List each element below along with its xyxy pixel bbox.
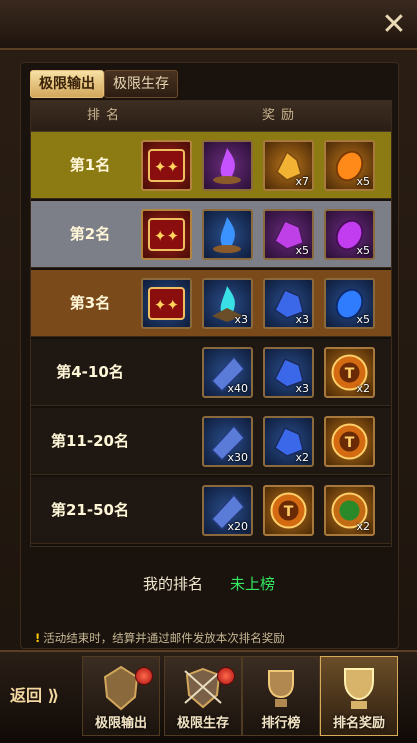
- item-count: x7: [295, 175, 309, 188]
- title-badge-icon: ✦✦: [148, 149, 185, 182]
- svg-text:T: T: [345, 366, 355, 382]
- rank-label: 第21-50名: [51, 501, 129, 519]
- reward-item[interactable]: x30: [202, 416, 253, 467]
- reward-item[interactable]: x5: [324, 209, 375, 260]
- reward-item[interactable]: ✦✦: [141, 278, 192, 329]
- nav-label: 极限生存: [176, 716, 229, 731]
- table-row: 第2名 ✦✦ x5 x5: [31, 201, 391, 268]
- svg-text:✦✦: ✦✦: [154, 227, 179, 245]
- rank-label: 第11-20名: [51, 432, 129, 450]
- nav-rank-reward[interactable]: 排名奖励: [320, 656, 398, 736]
- tab-extreme-survival[interactable]: 极限生存: [104, 70, 178, 98]
- back-label: 返回: [10, 686, 43, 705]
- reward-item[interactable]: x3: [263, 347, 314, 398]
- svg-text:T: T: [284, 504, 294, 520]
- svg-text:✦✦: ✦✦: [154, 296, 179, 314]
- purple-flame-icon: [213, 148, 241, 184]
- nav-leaderboard[interactable]: 排行榜: [242, 656, 320, 736]
- item-count: x5: [295, 244, 309, 257]
- table-row: 第1名 ✦✦ x7 x5: [31, 132, 391, 199]
- item-count: x20: [227, 520, 248, 533]
- item-count: x2: [295, 451, 309, 464]
- reward-item[interactable]: x40: [202, 347, 253, 398]
- item-count: x3: [295, 313, 309, 326]
- reward-item[interactable]: T: [324, 416, 375, 467]
- rank-label: 第3名: [69, 294, 111, 312]
- reward-trophy-icon: [344, 668, 374, 709]
- reward-item[interactable]: x20: [202, 485, 253, 536]
- item-count: x5: [356, 244, 370, 257]
- rune-token-icon: T: [270, 492, 307, 529]
- item-count: x2: [356, 520, 370, 533]
- notice-text: ! 活动结束时，结算并通过邮件发放本次排名奖励: [35, 630, 395, 646]
- my-rank-label: 我的排名: [143, 575, 204, 593]
- reward-item[interactable]: x5: [263, 209, 314, 260]
- reward-items: x30 x2 T: [141, 416, 391, 468]
- blue-flame-icon: [213, 217, 241, 253]
- close-icon[interactable]: ✕: [379, 10, 409, 40]
- table-header: 排名 奖励: [31, 101, 391, 132]
- reward-items: ✦✦ x5 x5: [141, 209, 391, 261]
- item-count: x40: [227, 382, 248, 395]
- red-dot-icon: [217, 667, 235, 685]
- header-rank: 排名: [86, 108, 125, 123]
- table-row: 第3名 ✦✦ x3 x3 x5: [31, 270, 391, 337]
- reward-item[interactable]: x2: [263, 416, 314, 467]
- reward-item[interactable]: Tx2: [324, 347, 375, 398]
- table-row: 第11-20名 x30 x2 T: [31, 408, 391, 475]
- title-badge-icon: ✦✦: [148, 218, 185, 251]
- back-arrow-icon: ⟫: [42, 686, 60, 705]
- item-count: x2: [356, 382, 370, 395]
- reward-item[interactable]: x7: [263, 140, 314, 191]
- svg-text:✦✦: ✦✦: [154, 158, 179, 176]
- my-rank-value: 未上榜: [230, 575, 276, 593]
- my-rank-area: 我的排名 未上榜: [30, 555, 390, 615]
- reward-item[interactable]: ✦✦: [141, 209, 192, 260]
- nav-extreme-output[interactable]: 极限输出: [82, 656, 160, 736]
- rank-label: 第2名: [69, 225, 111, 243]
- item-count: x5: [356, 313, 370, 326]
- title-badge-icon: ✦✦: [148, 287, 185, 320]
- rank-label: 第4-10名: [56, 363, 124, 381]
- nav-label: 排名奖励: [332, 716, 385, 731]
- svg-text:T: T: [345, 435, 355, 451]
- top-bar: ✕: [0, 0, 417, 50]
- nav-extreme-survival[interactable]: 极限生存: [164, 656, 242, 736]
- item-count: x30: [227, 451, 248, 464]
- rank-label: 第1名: [69, 156, 111, 174]
- reward-item[interactable]: x3: [263, 278, 314, 329]
- reward-item[interactable]: x2: [324, 485, 375, 536]
- reward-items: x40 x3 Tx2: [141, 347, 391, 399]
- red-dot-icon: [135, 667, 153, 685]
- nav-label: 排行榜: [261, 716, 301, 731]
- header-reward: 奖励: [261, 108, 300, 123]
- table-row: 第21-50名 x20 Tx2: [31, 477, 391, 544]
- reward-items: x20 Tx2: [141, 485, 391, 537]
- tab-extreme-output[interactable]: 极限输出: [30, 70, 104, 98]
- item-count: x5: [356, 175, 370, 188]
- reward-item[interactable]: [202, 140, 253, 191]
- reward-item[interactable]: x3: [202, 278, 253, 329]
- table-row: 第4-10名 x40 x3 Tx2: [31, 339, 391, 406]
- rune-token-icon: T: [331, 423, 368, 460]
- reward-item[interactable]: T: [263, 485, 314, 536]
- ranking-reward-table: 排名 奖励 第1名 ✦✦ x7 x5 第2名 ✦✦ x5 x5 第3名 ✦✦ x3 x3 x5 第4-10…: [30, 100, 392, 547]
- back-button[interactable]: 返回 ⟫: [10, 682, 70, 710]
- reward-items: ✦✦ x7 x5: [141, 140, 391, 192]
- reward-item[interactable]: ✦✦: [141, 140, 192, 191]
- nav-label: 极限输出: [94, 716, 147, 731]
- trophy-cup-icon: [268, 670, 294, 707]
- item-count: x3: [234, 313, 248, 326]
- reward-item[interactable]: x5: [324, 278, 375, 329]
- reward-items: ✦✦ x3 x3 x5: [141, 278, 391, 330]
- reward-item[interactable]: x5: [324, 140, 375, 191]
- reward-item[interactable]: [202, 209, 253, 260]
- notice-message: 活动结束时，结算并通过邮件发放本次排名奖励: [43, 631, 285, 645]
- item-count: x3: [295, 382, 309, 395]
- exclamation-icon: !: [35, 631, 41, 645]
